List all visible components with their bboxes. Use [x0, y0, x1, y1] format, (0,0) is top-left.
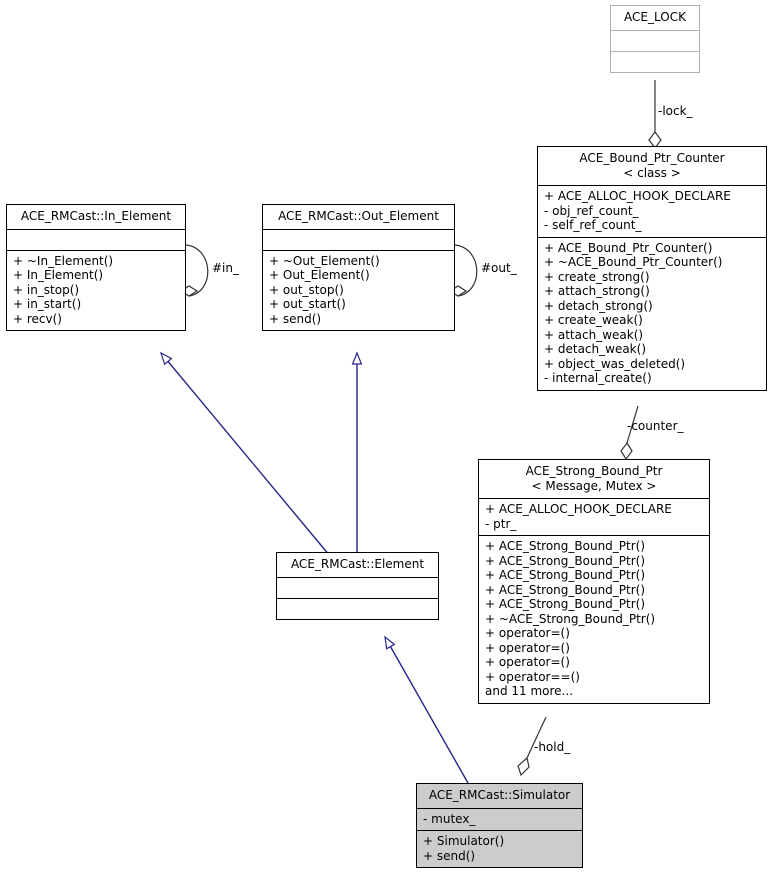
- class-member: + ~In_Element(): [13, 253, 114, 268]
- class-member: + ACE_ALLOC_HOOK_DECLARE: [544, 189, 731, 203]
- edge-label-out: #out_: [481, 261, 517, 275]
- class-member: - obj_ref_count_: [544, 203, 639, 218]
- class-member: + attach_strong(): [544, 284, 650, 298]
- class-member: + in_stop(): [13, 282, 80, 297]
- class-attributes-element: [277, 576, 438, 598]
- class-member: + ACE_Strong_Bound_Ptr(): [485, 582, 646, 597]
- class-name-in-element: ACE_RMCast::In_Element: [20, 209, 172, 223]
- class-attributes-in-element: [7, 228, 185, 250]
- class-box-in-element[interactable]: ACE_RMCast::In_Element + ~In_Element() + …: [6, 204, 186, 331]
- class-operations-in-element: + ~In_Element() + In_Element() + in_stop()…: [7, 249, 185, 331]
- class-attributes-strong-bound-ptr: + ACE_ALLOC_HOOK_DECLARE - ptr_: [479, 498, 709, 535]
- class-template-params: < class >: [623, 165, 681, 180]
- class-template-params: < Message, Mutex >: [531, 478, 657, 493]
- class-member: - ptr_: [485, 516, 517, 531]
- class-member: + In_Element(): [13, 268, 104, 282]
- class-member: + create_weak(): [544, 313, 643, 327]
- class-member: - mutex_: [423, 811, 476, 826]
- class-member: + recv(): [13, 311, 62, 326]
- class-box-ace-lock[interactable]: ACE_LOCK: [610, 5, 700, 73]
- edge-label-hold: -hold_: [534, 740, 571, 754]
- class-box-bound-ptr-counter[interactable]: ACE_Bound_Ptr_Counter < class > + ACE_AL…: [537, 146, 767, 391]
- edge-label-counter: -counter_: [627, 419, 684, 433]
- class-member: + ~ACE_Strong_Bound_Ptr(): [485, 611, 656, 626]
- class-member: + Simulator(): [423, 834, 505, 848]
- class-member: + ACE_ALLOC_HOOK_DECLARE: [485, 502, 672, 516]
- class-member: + ACE_Strong_Bound_Ptr(): [485, 568, 646, 582]
- class-member: and 11 more...: [485, 684, 574, 698]
- uml-class-diagram: ACE_LOCK ACE_Bound_Ptr_Counter < class >…: [0, 0, 773, 880]
- class-member: - self_ref_count_: [544, 218, 642, 232]
- class-member: + ACE_Strong_Bound_Ptr(): [485, 539, 646, 553]
- class-member: + out_start(): [269, 297, 346, 311]
- class-box-strong-bound-ptr[interactable]: ACE_Strong_Bound_Ptr < Message, Mutex > …: [478, 459, 710, 704]
- class-attributes-out-element: [263, 228, 454, 250]
- class-member: + ~Out_Element(): [269, 253, 380, 268]
- class-name-ace-lock: ACE_LOCK: [624, 10, 686, 24]
- class-member: + out_stop(): [269, 282, 344, 297]
- class-attributes-bound-ptr-counter: + ACE_ALLOC_HOOK_DECLARE - obj_ref_count_…: [538, 185, 766, 237]
- class-title-text: ACE_Bound_Ptr_Counter: [579, 151, 725, 165]
- class-member: + Out_Element(): [269, 268, 370, 282]
- class-operations-bound-ptr-counter: + ACE_Bound_Ptr_Counter() + ~ACE_Bound_Pt…: [538, 236, 766, 390]
- edge-label-in: #in_: [212, 261, 239, 275]
- class-name-out-element: ACE_RMCast::Out_Element: [278, 209, 439, 223]
- class-operations-element: [277, 597, 438, 619]
- class-member: + create_strong(): [544, 269, 650, 284]
- class-attributes-ace-lock: [611, 29, 699, 51]
- edge-simulator-inherits-element: [384, 635, 469, 784]
- class-box-element[interactable]: ACE_RMCast::Element: [276, 552, 439, 620]
- class-member: + detach_strong(): [544, 298, 653, 313]
- class-operations-simulator: + Simulator() + send(): [417, 830, 582, 867]
- class-member: + ACE_Strong_Bound_Ptr(): [485, 597, 646, 611]
- class-operations-out-element: + ~Out_Element() + Out_Element() + out_sto…: [263, 249, 454, 331]
- edge-label-lock: -lock_: [658, 104, 693, 118]
- class-member: - internal_create(): [544, 371, 652, 385]
- class-member: + operator=(): [485, 655, 570, 669]
- class-name-strong-bound-ptr: ACE_Strong_Bound_Ptr < Message, Mutex >: [479, 460, 709, 498]
- class-member: + in_start(): [13, 297, 82, 311]
- class-name-element: ACE_RMCast::Element: [290, 557, 425, 571]
- class-member: + send(): [269, 311, 322, 326]
- class-name-simulator: ACE_RMCast::Simulator: [428, 788, 571, 802]
- class-name-bound-ptr-counter: ACE_Bound_Ptr_Counter < class >: [538, 147, 766, 185]
- class-member: + operator=(): [485, 640, 570, 655]
- class-attributes-simulator: - mutex_: [417, 807, 582, 831]
- class-member: + send(): [423, 848, 476, 863]
- class-box-simulator[interactable]: ACE_RMCast::Simulator - mutex_ + Simulat…: [416, 783, 583, 868]
- edge-element-inherits-in-element: [159, 351, 331, 557]
- class-member: + detach_weak(): [544, 342, 646, 356]
- class-member: + ACE_Bound_Ptr_Counter(): [544, 240, 713, 255]
- class-operations-strong-bound-ptr: + ACE_Strong_Bound_Ptr() + ACE_Strong_Bou…: [479, 535, 709, 703]
- class-member: + attach_weak(): [544, 327, 644, 342]
- relationship-edges: [159, 80, 662, 784]
- class-member: + operator==(): [485, 669, 580, 684]
- class-member: + ACE_Strong_Bound_Ptr(): [485, 553, 646, 568]
- class-title-text: ACE_Strong_Bound_Ptr: [525, 464, 663, 478]
- class-member: + object_was_deleted(): [544, 356, 686, 371]
- class-member: + operator=(): [485, 626, 570, 640]
- class-member: + ~ACE_Bound_Ptr_Counter(): [544, 255, 723, 269]
- class-box-out-element[interactable]: ACE_RMCast::Out_Element + ~Out_Element()…: [262, 204, 455, 331]
- class-operations-ace-lock: [611, 50, 699, 72]
